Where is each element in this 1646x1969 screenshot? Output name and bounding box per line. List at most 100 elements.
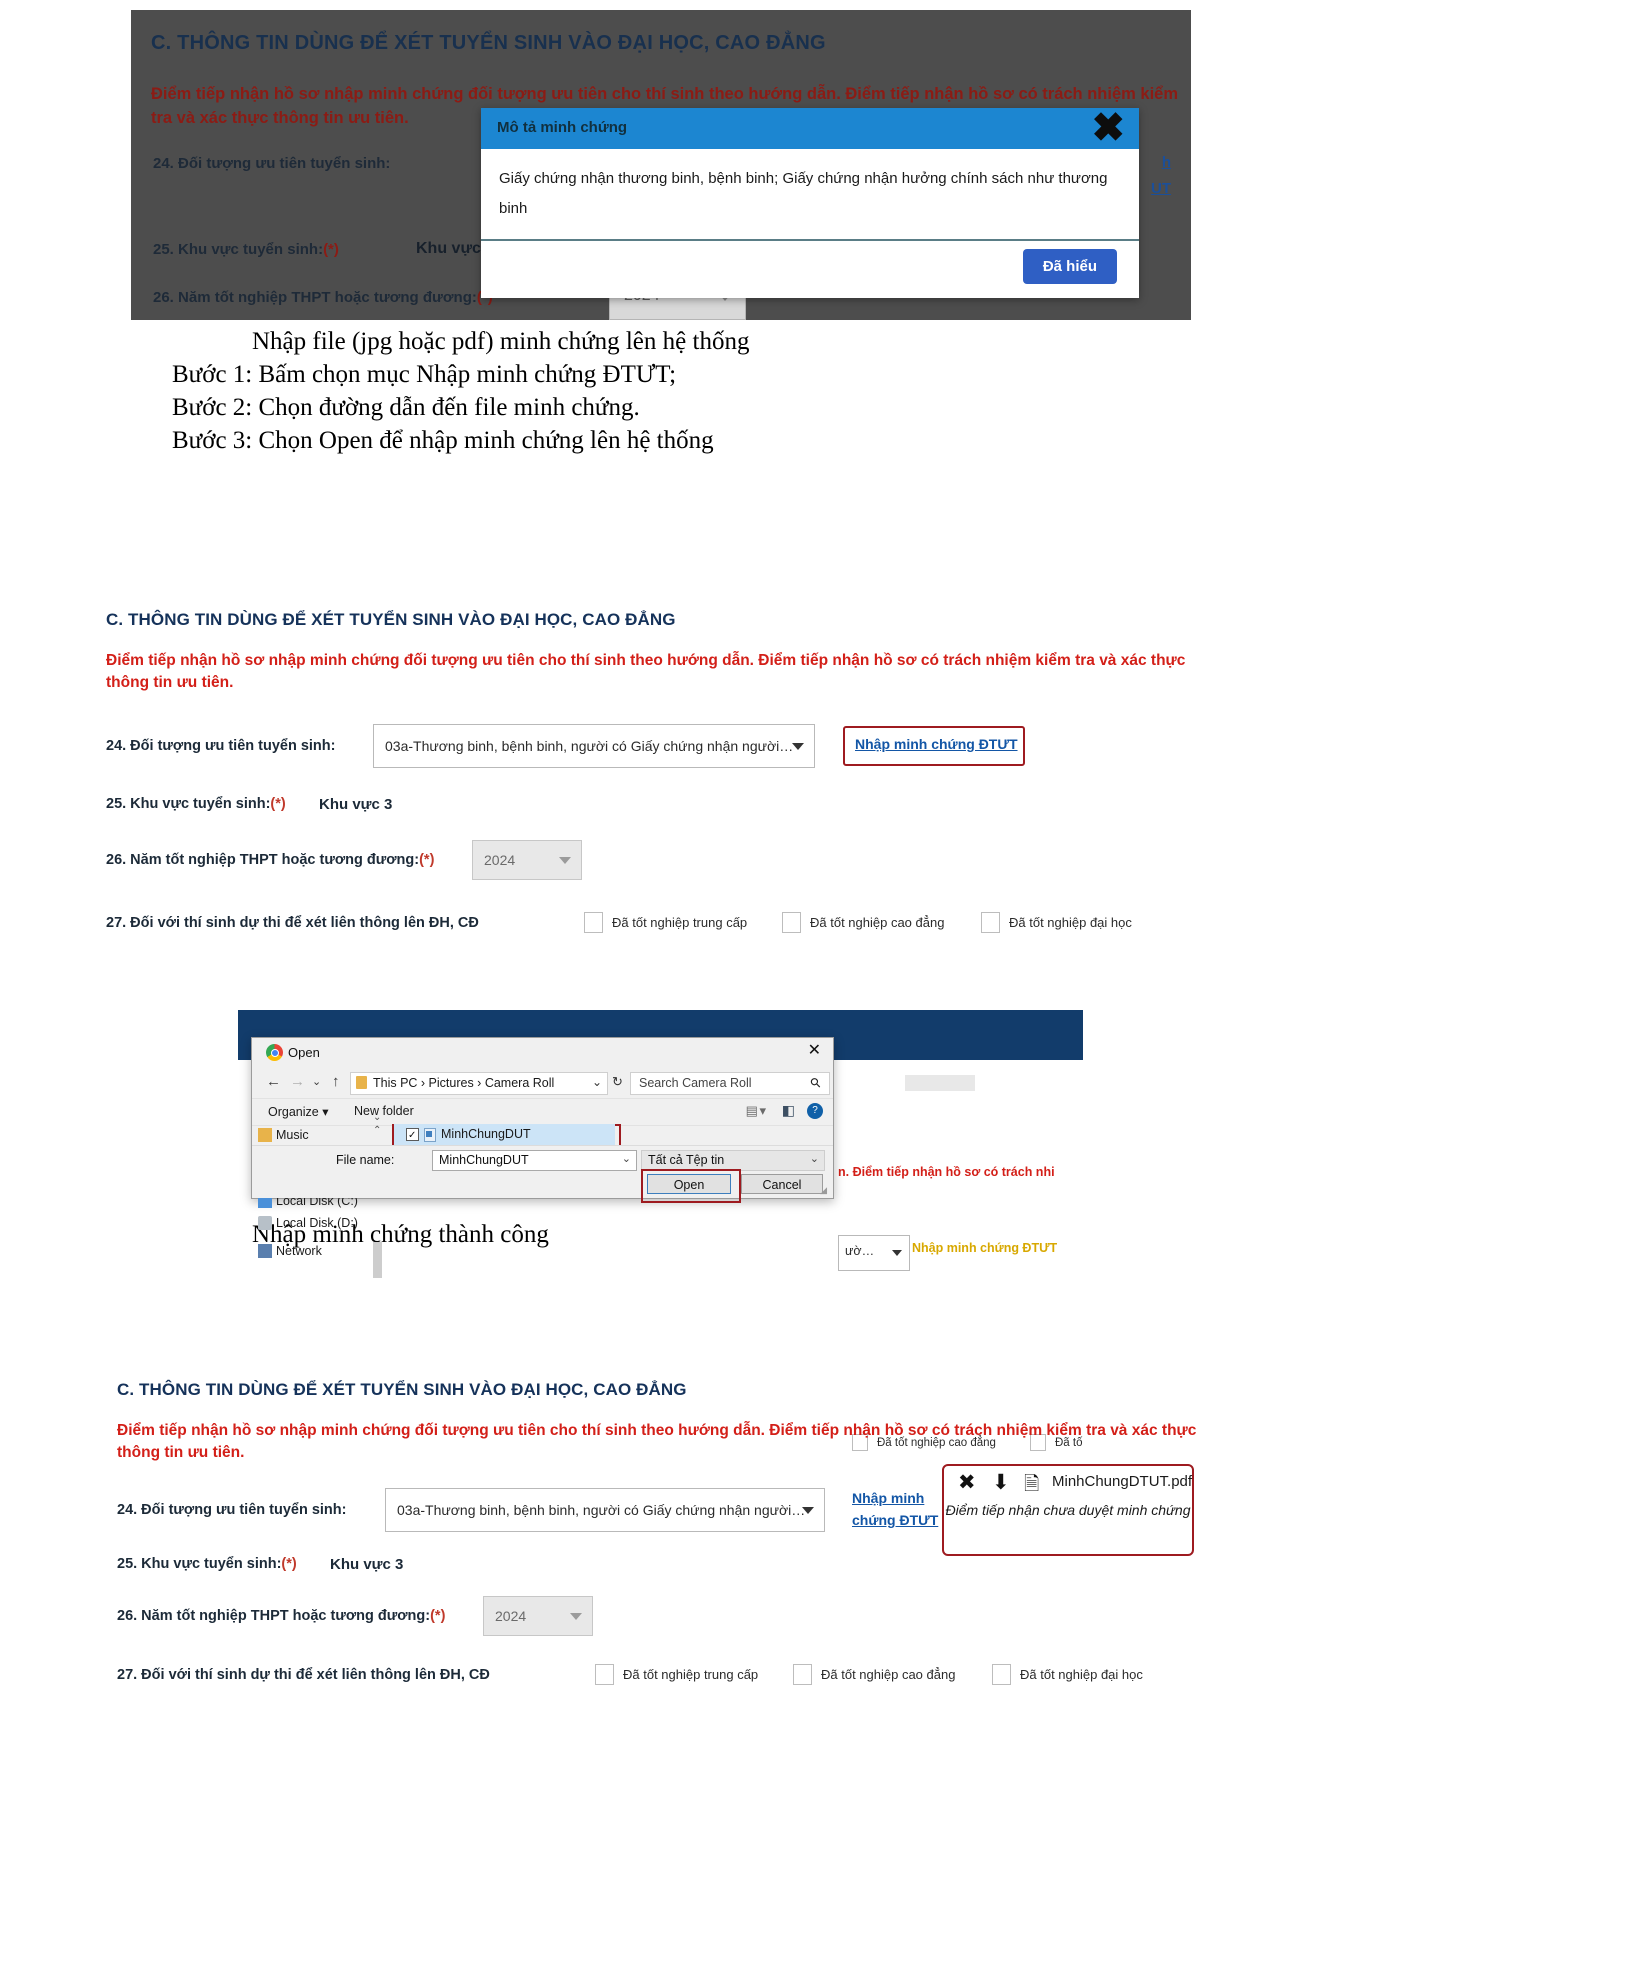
search-box[interactable]: Search Camera Roll ⚲	[630, 1072, 830, 1095]
question-25-text-2: 25. Khu vực tuyển sinh:	[106, 796, 271, 812]
network-icon	[258, 1244, 272, 1258]
sidebar-item-local-disk-d[interactable]: Local Disk (D:)	[252, 1212, 383, 1234]
dialog-titlebar: Open ✕	[252, 1038, 833, 1068]
file-name-input[interactable]: MinhChungDUT ⌄	[432, 1150, 637, 1171]
folder-icon	[356, 1076, 367, 1089]
screenshot-form-before-upload: C. THÔNG TIN DÙNG ĐỂ XÉT TUYỂN SINH VÀO …	[106, 610, 1546, 933]
priority-object-select-4[interactable]: 03a-Thương binh, bệnh binh, người có Giấ…	[385, 1488, 825, 1532]
caption-step-2: Bước 2: Chọn đường dẫn đến file minh chứ…	[172, 394, 640, 421]
chevron-down-icon[interactable]: ⌄	[622, 1152, 631, 1165]
checkbox-group-item[interactable]: Đã tốt nghiệp cao đẳng	[782, 912, 944, 933]
upload-evidence-link-2[interactable]: Nhập minh chứng ĐTƯT	[855, 736, 1018, 752]
scroll-down-icon[interactable]: ⌄	[373, 1112, 381, 1123]
question-24-label-1: 24. Đối tượng ưu tiên tuyển sinh:	[153, 155, 391, 172]
upload-link-line-1: Nhập minh	[852, 1490, 925, 1506]
delete-file-icon[interactable]: ✖	[958, 1470, 976, 1495]
checkbox-cao-dang-2[interactable]	[782, 912, 801, 933]
file-name-value: MinhChungDUT	[439, 1153, 529, 1167]
chevron-down-icon[interactable]: ⌄	[312, 1075, 321, 1088]
arrow-left-icon[interactable]: ←	[266, 1073, 281, 1090]
sidebar-item-label: Music	[276, 1128, 309, 1142]
search-input[interactable]: Search Camera Roll	[639, 1076, 752, 1090]
page-fragment-upload-link[interactable]: Nhập minh chứng ĐTƯT	[912, 1241, 1057, 1255]
arrow-up-icon[interactable]: ↑	[332, 1073, 340, 1090]
open-button[interactable]: Open	[647, 1174, 731, 1194]
checkbox-dai-hoc-4[interactable]	[992, 1664, 1011, 1685]
download-file-icon[interactable]: ⬇	[992, 1470, 1010, 1495]
checkbox-group-item[interactable]: Đã tốt nghiệp trung cấp	[595, 1664, 758, 1685]
section-red-note-4: Điểm tiếp nhận hồ sơ nhập minh chứng đối…	[117, 1422, 1197, 1461]
modal-footer: Đã hiểu	[481, 241, 1139, 298]
graduation-year-select-4[interactable]: 2024	[483, 1596, 593, 1636]
question-24-label-4: 24. Đối tượng ưu tiên tuyển sinh:	[117, 1502, 347, 1518]
chrome-icon	[266, 1044, 283, 1061]
dialog-navigation-bar: ← → ⌄ ↑ This PC › Pictures › Camera Roll…	[252, 1068, 833, 1099]
checkbox-label: Đã tốt nghiệp đại học	[1009, 915, 1132, 930]
question-26-text-1: 26. Năm tốt nghiệp THPT hoặc tương đương…	[153, 289, 477, 306]
chevron-down-icon[interactable]: ⌄	[810, 1152, 819, 1165]
checkbox-cao-dang-4[interactable]	[793, 1664, 812, 1685]
sidebar-item-music[interactable]: Music	[252, 1124, 383, 1146]
organize-button[interactable]: Organize ▾	[268, 1104, 328, 1119]
scroll-up-icon[interactable]: ⌃	[373, 1125, 381, 1136]
preview-pane-icon[interactable]: ◧	[782, 1102, 795, 1119]
modal-body-text: Giấy chứng nhận thương binh, bệnh binh; …	[499, 170, 1108, 217]
scrollbar-thumb[interactable]	[373, 1242, 382, 1278]
caption-intro: Nhập file (jpg hoặc pdf) minh chứng lên …	[252, 328, 750, 355]
file-checkbox[interactable]	[406, 1125, 419, 1146]
disk-icon	[258, 1216, 272, 1230]
checkbox-group-item[interactable]: Đã tốt nghiệp đại học	[981, 912, 1132, 933]
music-folder-icon	[258, 1128, 272, 1142]
dialog-footer: File name: MinhChungDUT ⌄ Tất cả Tệp tin…	[252, 1145, 833, 1203]
graduation-year-value-2: 2024	[484, 852, 516, 868]
help-icon[interactable]: ?	[807, 1103, 823, 1119]
file-name-label: File name:	[336, 1153, 395, 1167]
required-star: (*)	[270, 796, 286, 812]
modal-titlebar: Mô tả minh chứng ✖	[481, 106, 1139, 150]
file-name: MinhChungDUT	[441, 1127, 531, 1141]
close-icon[interactable]: ✕	[808, 1042, 821, 1060]
cancel-button[interactable]: Cancel	[741, 1174, 823, 1194]
refresh-icon[interactable]: ↻	[612, 1074, 623, 1090]
question-25-label-2: 25. Khu vực tuyển sinh:(*)	[106, 796, 286, 812]
question-26-label-2: 26. Năm tốt nghiệp THPT hoặc tương đương…	[106, 852, 434, 868]
chevron-down-icon[interactable]: ⌄	[592, 1075, 602, 1089]
upload-link-line-2: chứng ĐTƯT	[852, 1512, 939, 1528]
checkbox-group-item[interactable]: Đã tốt nghiệp cao đẳng	[793, 1664, 955, 1685]
checkbox-label: Đã tốt nghiệp đại học	[1020, 1667, 1143, 1682]
question-26-text-2: 26. Năm tốt nghiệp THPT hoặc tương đương…	[106, 852, 420, 868]
required-star: (*)	[419, 852, 435, 868]
question-26-label-1: 26. Năm tốt nghiệp THPT hoặc tương đương…	[153, 289, 493, 306]
uploaded-file-card: ✖ ⬇ 🗎 MinhChungDTUT.pdf Điểm tiếp nhận c…	[942, 1464, 1194, 1556]
graduation-year-select-2[interactable]: 2024	[472, 840, 582, 880]
question-25-value-4: Khu vực 3	[330, 1556, 404, 1573]
page-fragment-select[interactable]: ườ…	[838, 1235, 910, 1271]
modal-title: Mô tả minh chứng	[497, 119, 628, 136]
required-star: (*)	[323, 241, 339, 258]
checkbox-group-item[interactable]: Đã tốt nghiệp trung cấp	[584, 912, 747, 933]
close-x-icon[interactable]: ✖	[1091, 106, 1125, 150]
upload-evidence-link-4[interactable]: Nhập minh chứng ĐTƯT	[852, 1487, 942, 1531]
screenshot-form-after-upload: C. THÔNG TIN DÙNG ĐỂ XÉT TUYỂN SINH VÀO …	[117, 1380, 1557, 1685]
file-type-value: Tất cả Tệp tin	[648, 1153, 725, 1167]
priority-object-select-2[interactable]: 03a-Thương binh, bệnh binh, người có Giấ…	[373, 724, 815, 768]
question-26-label-4: 26. Năm tốt nghiệp THPT hoặc tương đương…	[117, 1608, 445, 1624]
breadcrumb[interactable]: This PC › Pictures › Camera Roll ⌄	[350, 1072, 608, 1095]
new-folder-button[interactable]: New folder	[354, 1104, 414, 1118]
page-fragment-bar	[905, 1075, 975, 1091]
checkbox-group-item[interactable]: Đã tốt nghiệp đại học	[992, 1664, 1143, 1685]
checkbox-dai-hoc-2[interactable]	[981, 912, 1000, 933]
checkbox-trung-cap-4[interactable]	[595, 1664, 614, 1685]
sidebar-item-network[interactable]: Network	[252, 1240, 383, 1262]
file-list-item[interactable]: MinhChungDUT	[394, 1124, 615, 1146]
windows-open-dialog: Open ✕ ← → ⌄ ↑ This PC › Pictures › Came…	[251, 1037, 834, 1278]
view-list-icon[interactable]: ▤ ▾	[746, 1103, 766, 1119]
resize-grip-icon[interactable]: ◢	[820, 1185, 827, 1196]
file-type-select[interactable]: Tất cả Tệp tin ⌄	[641, 1150, 825, 1171]
uploaded-file-status: Điểm tiếp nhận chưa duyệt minh chứng	[945, 1502, 1191, 1518]
arrow-right-icon[interactable]: →	[290, 1073, 305, 1090]
preview-file-icon[interactable]: 🗎	[1024, 1470, 1039, 1502]
search-icon: ⚲	[807, 1073, 825, 1092]
modal-ok-button[interactable]: Đã hiểu	[1022, 249, 1117, 284]
checkbox-trung-cap-2[interactable]	[584, 912, 603, 933]
